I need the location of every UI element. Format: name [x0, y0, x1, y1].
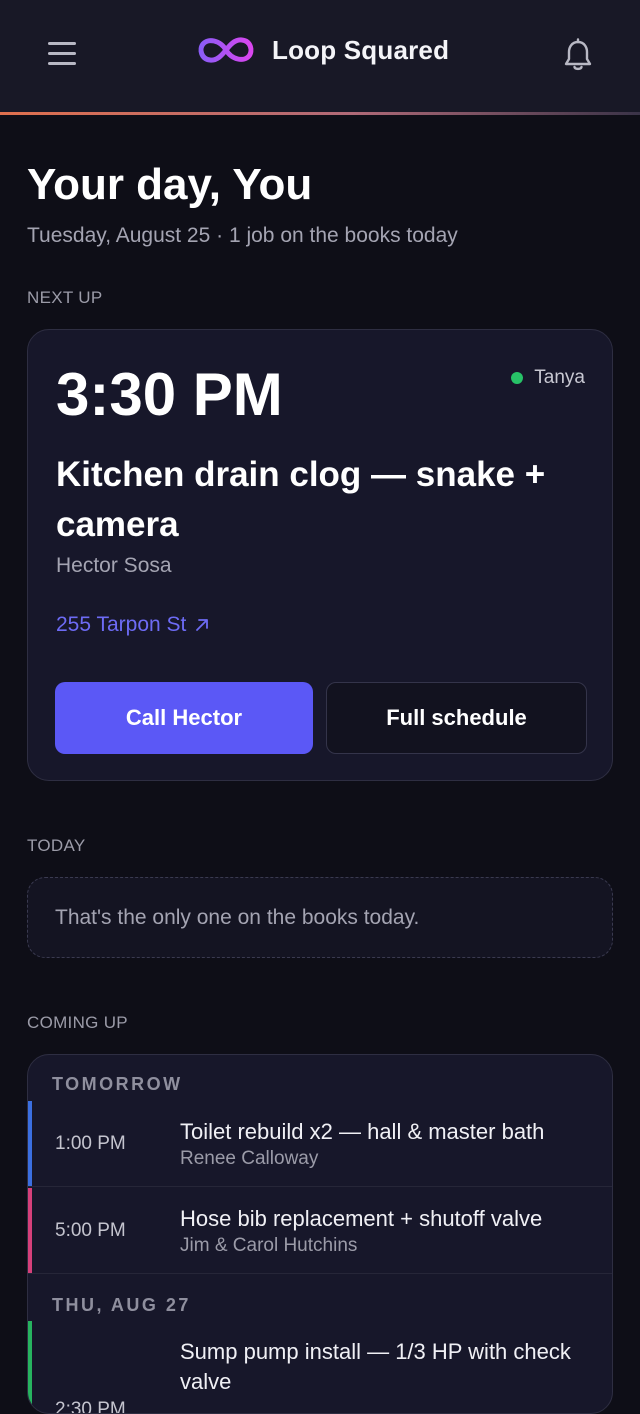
list-item[interactable]: 1:00 PM Toilet rebuild x2 — hall & maste… — [28, 1101, 612, 1187]
job-client: Jim & Carol Hutchins — [180, 1235, 358, 1256]
job-title: Sump pump install — 1/3 HP with check va… — [180, 1339, 571, 1394]
job-time: 5:00 PM — [55, 1220, 126, 1241]
job-time: 2:30 PM — [55, 1399, 126, 1414]
job-client: Renee Calloway — [180, 1148, 319, 1169]
bell-icon[interactable] — [562, 38, 594, 72]
next-job-title: Kitchen drain clog — snake + camera — [56, 455, 546, 544]
upcoming-jobs-list: TOMORROW 1:00 PM Toilet rebuild x2 — hal… — [27, 1054, 613, 1414]
next-job-time: 3:30 PM — [56, 361, 283, 428]
empty-state-message: That's the only one on the books today. — [55, 905, 420, 929]
page-title: Your day, You — [27, 160, 313, 209]
next-job-card[interactable]: 3:30 PM Tanya Kitchen drain clog — snake… — [27, 329, 613, 781]
external-arrow-icon — [196, 619, 209, 631]
top-app-bar: Loop Squared — [0, 0, 640, 112]
today-empty-state: That's the only one on the books today. — [27, 877, 613, 958]
header-accent-divider — [0, 112, 640, 115]
page-subtitle: Tuesday, August 25 · 1 job on the books … — [27, 224, 458, 247]
group-label-thu-aug-27: THU, AUG 27 — [52, 1295, 191, 1315]
status-dot-icon — [511, 372, 524, 384]
job-time: 1:00 PM — [55, 1133, 126, 1154]
address-link[interactable]: 255 Tarpon St — [56, 613, 210, 637]
section-label-coming-up: COMING UP — [27, 1013, 128, 1032]
list-item[interactable]: 2:30 PM Sump pump install — 1/3 HP with … — [28, 1321, 612, 1414]
job-title: Toilet rebuild x2 — hall & master bath — [180, 1119, 545, 1144]
brand-name: Loop Squared — [272, 34, 450, 65]
technician-badge: Tanya — [511, 367, 585, 389]
job-color-bar — [28, 1101, 32, 1186]
infinity-logo-icon — [198, 37, 254, 63]
job-color-bar — [28, 1188, 32, 1273]
call-client-button[interactable]: Call Hector — [55, 682, 313, 754]
section-label-next-up: NEXT UP — [27, 288, 103, 307]
job-title: Hose bib replacement + shutoff valve — [180, 1206, 543, 1231]
technician-name: Tanya — [534, 367, 585, 388]
list-item[interactable]: 5:00 PM Hose bib replacement + shutoff v… — [28, 1188, 612, 1274]
job-color-bar — [28, 1321, 32, 1413]
next-job-client: Hector Sosa — [56, 554, 172, 577]
address-text: 255 Tarpon St — [56, 613, 187, 636]
full-schedule-button[interactable]: Full schedule — [326, 682, 587, 754]
section-label-today: TODAY — [27, 836, 86, 855]
hamburger-menu-icon[interactable] — [48, 42, 76, 68]
group-label-tomorrow: TOMORROW — [52, 1074, 183, 1094]
brand-logo[interactable]: Loop Squared — [196, 30, 449, 70]
